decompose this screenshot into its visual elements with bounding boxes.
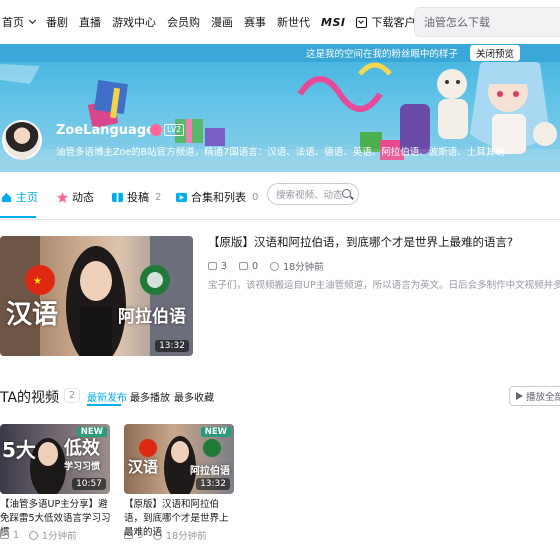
uploads-icon: [112, 192, 123, 202]
danmaku-icon: [239, 262, 249, 270]
new-badge: NEW: [76, 427, 107, 437]
play-count-icon: [124, 531, 133, 539]
space-search-placeholder: 搜索视频、动态: [276, 190, 343, 201]
nav-mall[interactable]: 会员购: [167, 14, 200, 30]
tab-uploads[interactable]: 投稿 2: [112, 189, 161, 205]
global-search-input[interactable]: 油管怎么下载: [414, 7, 560, 37]
nav-game-center[interactable]: 游戏中心: [112, 14, 156, 30]
publish-time: 18分钟前: [270, 259, 324, 273]
featured-video-meta: 3 0 18分钟前: [208, 259, 324, 273]
tab-dynamic[interactable]: 动态: [57, 189, 94, 205]
publish-time-value: 18分钟前: [166, 531, 207, 542]
play-all-button[interactable]: 播放全部: [509, 386, 560, 406]
section-title: TA的视频: [0, 390, 60, 406]
view-count-value: 1: [13, 529, 20, 541]
sort-most-played[interactable]: 最多播放: [130, 389, 170, 404]
view-count: 3: [124, 528, 143, 542]
nav-new-gen[interactable]: 新世代: [277, 14, 310, 30]
tab-collections-count: 0: [252, 191, 259, 203]
video-duration: 10:57: [72, 478, 106, 490]
thumb-text-arabic: 阿拉伯语: [190, 466, 230, 477]
nav-home-label: 首页: [2, 16, 24, 29]
section-count: 2: [64, 388, 81, 403]
video-card-meta: 1 1分钟前: [0, 528, 77, 542]
clock-icon: [270, 261, 280, 271]
featured-video-description: 宝子们，该视频搬运自UP主油管频道，所以语言为英文。日后会多制作中文视频并多出针…: [208, 280, 560, 291]
chevron-down-icon: [28, 16, 37, 25]
avatar[interactable]: [2, 120, 42, 160]
publish-time: 1分钟前: [29, 528, 77, 542]
nav-live[interactable]: 直播: [79, 14, 101, 30]
view-count-value: 3: [137, 529, 144, 541]
tab-collections[interactable]: 合集和列表 0: [176, 189, 258, 205]
featured-video-title[interactable]: 【原版】汉语和阿拉伯语，到底哪个才是世界上最难的语言?: [208, 234, 513, 250]
thumb-text-chinese: 汉语: [6, 300, 59, 330]
close-preview-button[interactable]: 关闭预览: [469, 45, 520, 61]
publish-time: 18分钟前: [153, 528, 207, 542]
username[interactable]: ZoeLanguages: [56, 123, 163, 138]
collections-icon: [176, 192, 187, 202]
dynamic-icon: [57, 191, 68, 203]
sort-most-favorited[interactable]: 最多收藏: [174, 389, 214, 404]
profile-banner: 这是我的空间在我的粉丝眼中的样子 关闭预览 ZoeLanguages LV2 油…: [0, 44, 560, 172]
sort-latest[interactable]: 最新发布: [87, 389, 127, 404]
user-signature: 油管多语博主Zoe的B站官方频道，精通7国语言：汉语、法语、德语、英语、阿拉伯语…: [56, 147, 505, 158]
clock-icon: [153, 530, 163, 540]
clock-icon: [29, 530, 39, 540]
featured-video-thumbnail[interactable]: ★ 汉语 阿拉伯语 13:32: [0, 236, 193, 356]
view-count: 3: [208, 261, 227, 272]
new-badge: NEW: [200, 427, 231, 437]
home-icon: [1, 192, 12, 202]
space-search-input[interactable]: 搜索视频、动态: [267, 183, 359, 205]
danmaku-count: 0: [239, 261, 258, 272]
search-icon[interactable]: [342, 189, 351, 198]
view-count-value: 3: [221, 260, 228, 272]
preview-notice-bar: 这是我的空间在我的粉丝眼中的样子 关闭预览: [0, 44, 560, 62]
play-count-icon: [208, 262, 217, 270]
nav-bangumi[interactable]: 番剧: [46, 14, 68, 30]
gender-female-icon: [150, 124, 162, 136]
video-card-meta: 3 18分钟前: [124, 528, 207, 542]
video-duration: 13:32: [155, 340, 189, 352]
tab-uploads-label: 投稿: [127, 191, 149, 204]
view-count: 1: [0, 528, 19, 542]
video-duration: 13:32: [196, 478, 230, 490]
active-sort-indicator: [87, 404, 121, 406]
thumb-text-chinese: 汉语: [128, 458, 159, 476]
level-badge: LV2: [164, 124, 185, 136]
preview-notice-text: 这是我的空间在我的粉丝眼中的样子: [305, 49, 458, 60]
thumb-text-habits: 学习习惯: [64, 462, 101, 472]
tab-dynamic-label: 动态: [72, 191, 94, 204]
download-icon: [356, 16, 368, 28]
top-nav: 首页 番剧 直播 游戏中心 会员购 漫画 赛事 新世代 MSI 下载客户端 油管…: [0, 0, 560, 44]
space-tabs: 主页 动态 投稿 2 合集和列表 0 搜索视频、动态: [0, 172, 560, 220]
tab-collections-label: 合集和列表: [191, 191, 246, 204]
tab-uploads-count: 2: [155, 191, 162, 203]
video-card-thumbnail[interactable]: 5大 低效 学习习惯 NEW 10:57: [0, 424, 110, 494]
danmaku-count-value: 0: [252, 260, 259, 272]
nav-esports[interactable]: 赛事: [244, 14, 266, 30]
nav-manga[interactable]: 漫画: [211, 14, 233, 30]
play-count-icon: [0, 531, 9, 539]
tab-home[interactable]: 主页: [1, 189, 38, 205]
nav-home[interactable]: 首页: [2, 14, 37, 30]
tab-home-label: 主页: [16, 191, 38, 204]
svg-text:★: ★: [33, 276, 42, 287]
video-card-thumbnail[interactable]: 汉语 阿拉伯语 NEW 13:32: [124, 424, 234, 494]
nav-msi[interactable]: MSI: [321, 16, 345, 29]
active-tab-indicator: [0, 216, 36, 218]
thumb-text-low-efficiency: 低效: [64, 438, 100, 459]
thumb-text-arabic: 阿拉伯语: [118, 307, 186, 327]
thumb-text-5: 5大: [2, 438, 36, 462]
publish-time-value: 18分钟前: [283, 262, 324, 273]
publish-time-value: 1分钟前: [42, 531, 77, 542]
